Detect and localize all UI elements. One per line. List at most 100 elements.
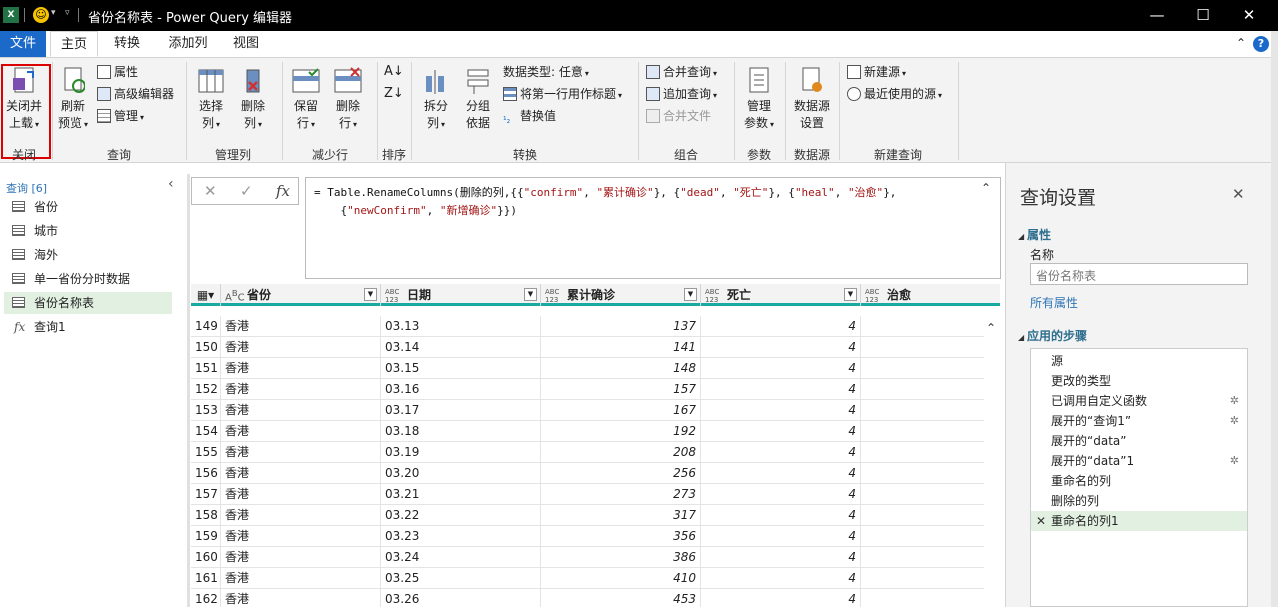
split-column-button[interactable]: 拆分 列 ▾: [418, 66, 454, 133]
manage-parameters-button[interactable]: 管理 参数 ▾: [740, 66, 778, 133]
row-number[interactable]: 149: [191, 316, 221, 337]
cell-total-confirmed[interactable]: 273: [541, 484, 701, 505]
minimize-button[interactable]: —: [1134, 0, 1180, 31]
cell-total-confirmed[interactable]: 167: [541, 400, 701, 421]
cell-deaths[interactable]: 4: [701, 568, 861, 589]
tab-transform[interactable]: 转换: [104, 31, 150, 57]
all-properties-link[interactable]: 所有属性: [1030, 294, 1078, 311]
cell-cured[interactable]: [861, 337, 986, 358]
tab-file[interactable]: 文件: [0, 31, 46, 57]
cell-total-confirmed[interactable]: 356: [541, 526, 701, 547]
cell-total-confirmed[interactable]: 386: [541, 547, 701, 568]
data-type-dropdown[interactable]: 数据类型: 任意 ▾: [503, 62, 589, 82]
merge-queries-button[interactable]: 合并查询 ▾: [646, 62, 717, 82]
cell-province[interactable]: 香港: [221, 568, 381, 589]
table-row[interactable]: 161 香港 03.25 410 4: [191, 568, 986, 589]
row-number[interactable]: 158: [191, 505, 221, 526]
cell-province[interactable]: 香港: [221, 526, 381, 547]
cell-total-confirmed[interactable]: 137: [541, 316, 701, 337]
close-settings-icon[interactable]: ✕: [1232, 185, 1245, 203]
cell-total-confirmed[interactable]: 208: [541, 442, 701, 463]
cell-date[interactable]: 03.19: [381, 442, 541, 463]
step-removed-columns[interactable]: 删除的列: [1031, 491, 1247, 511]
cell-cured[interactable]: [861, 421, 986, 442]
table-row[interactable]: 158 香港 03.22 317 4: [191, 505, 986, 526]
table-row[interactable]: 160 香港 03.24 386 4: [191, 547, 986, 568]
properties-header[interactable]: ◢ 属性: [1018, 226, 1051, 243]
cell-date[interactable]: 03.24: [381, 547, 541, 568]
table-row[interactable]: 155 香港 03.19 208 4: [191, 442, 986, 463]
table-row[interactable]: 156 香港 03.20 256 4: [191, 463, 986, 484]
cell-cured[interactable]: [861, 484, 986, 505]
row-number[interactable]: 153: [191, 400, 221, 421]
fx-icon[interactable]: fx: [276, 182, 290, 200]
cell-cured[interactable]: [861, 358, 986, 379]
query-item-query1[interactable]: fx 查询1: [4, 316, 172, 338]
column-header-cured[interactable]: ABC 123 治愈: [861, 284, 1000, 306]
maximize-button[interactable]: ☐: [1180, 0, 1226, 31]
close-window-button[interactable]: ✕: [1226, 0, 1272, 31]
step-expanded-query1[interactable]: 展开的“查询1” ✲: [1031, 411, 1247, 431]
cell-cured[interactable]: [861, 589, 986, 607]
row-number[interactable]: 160: [191, 547, 221, 568]
table-row[interactable]: 149 香港 03.13 137 4: [191, 316, 986, 337]
cell-cured[interactable]: [861, 400, 986, 421]
row-number[interactable]: 162: [191, 589, 221, 607]
queries-header[interactable]: 查询 [6]: [6, 180, 47, 196]
collapse-formula-icon[interactable]: ⌃: [981, 181, 991, 195]
cell-cured[interactable]: [861, 547, 986, 568]
step-expanded-data1[interactable]: 展开的“data”1 ✲: [1031, 451, 1247, 471]
cell-cured[interactable]: [861, 505, 986, 526]
refresh-preview-button[interactable]: 刷新 预览 ▾: [54, 66, 92, 133]
cell-date[interactable]: 03.14: [381, 337, 541, 358]
tab-add-column[interactable]: 添加列: [160, 31, 216, 57]
cell-date[interactable]: 03.26: [381, 589, 541, 607]
tab-view[interactable]: 视图: [226, 31, 266, 57]
row-number[interactable]: 161: [191, 568, 221, 589]
cell-deaths[interactable]: 4: [701, 589, 861, 607]
cell-province[interactable]: 香港: [221, 442, 381, 463]
collapse-ribbon-icon[interactable]: ⌃: [1236, 36, 1246, 50]
cell-province[interactable]: 香港: [221, 505, 381, 526]
cell-cured[interactable]: [861, 463, 986, 484]
table-row[interactable]: 153 香港 03.17 167 4: [191, 400, 986, 421]
column-header-deaths[interactable]: ABC 123 死亡 ▼: [701, 284, 861, 306]
remove-rows-button[interactable]: 删除 行 ▾: [330, 66, 366, 133]
row-number[interactable]: 157: [191, 484, 221, 505]
cell-cured[interactable]: [861, 316, 986, 337]
cell-deaths[interactable]: 4: [701, 379, 861, 400]
cell-cured[interactable]: [861, 379, 986, 400]
cell-total-confirmed[interactable]: 453: [541, 589, 701, 607]
cell-province[interactable]: 香港: [221, 589, 381, 607]
cell-deaths[interactable]: 4: [701, 547, 861, 568]
cell-province[interactable]: 香港: [221, 547, 381, 568]
vertical-scrollbar[interactable]: ⌃: [984, 315, 1000, 607]
chevron-down-icon[interactable]: ▾: [51, 8, 56, 18]
cell-date[interactable]: 03.22: [381, 505, 541, 526]
table-row[interactable]: 152 香港 03.16 157 4: [191, 379, 986, 400]
cell-date[interactable]: 03.20: [381, 463, 541, 484]
smiley-icon[interactable]: ☺: [33, 7, 49, 23]
cell-deaths[interactable]: 4: [701, 421, 861, 442]
cell-total-confirmed[interactable]: 192: [541, 421, 701, 442]
properties-button[interactable]: 属性: [97, 62, 138, 82]
query-item-province-names[interactable]: 省份名称表: [4, 292, 172, 314]
choose-columns-button[interactable]: 选择 列 ▾: [193, 66, 229, 133]
cell-province[interactable]: 香港: [221, 316, 381, 337]
group-by-button[interactable]: 分组 依据: [460, 66, 496, 132]
row-number[interactable]: 151: [191, 358, 221, 379]
cell-total-confirmed[interactable]: 410: [541, 568, 701, 589]
table-row[interactable]: 159 香港 03.23 356 4: [191, 526, 986, 547]
row-number[interactable]: 152: [191, 379, 221, 400]
cell-province[interactable]: 香港: [221, 337, 381, 358]
step-renamed-columns[interactable]: 重命名的列: [1031, 471, 1247, 491]
column-header-province[interactable]: ABC 省份 ▼: [221, 284, 381, 306]
collapse-pane-icon[interactable]: ‹: [168, 176, 174, 192]
cell-province[interactable]: 香港: [221, 358, 381, 379]
new-source-button[interactable]: 新建源 ▾: [847, 62, 906, 82]
query-item-cities[interactable]: 城市: [4, 220, 172, 242]
cell-total-confirmed[interactable]: 141: [541, 337, 701, 358]
row-number[interactable]: 154: [191, 421, 221, 442]
cell-date[interactable]: 03.23: [381, 526, 541, 547]
cell-date[interactable]: 03.13: [381, 316, 541, 337]
